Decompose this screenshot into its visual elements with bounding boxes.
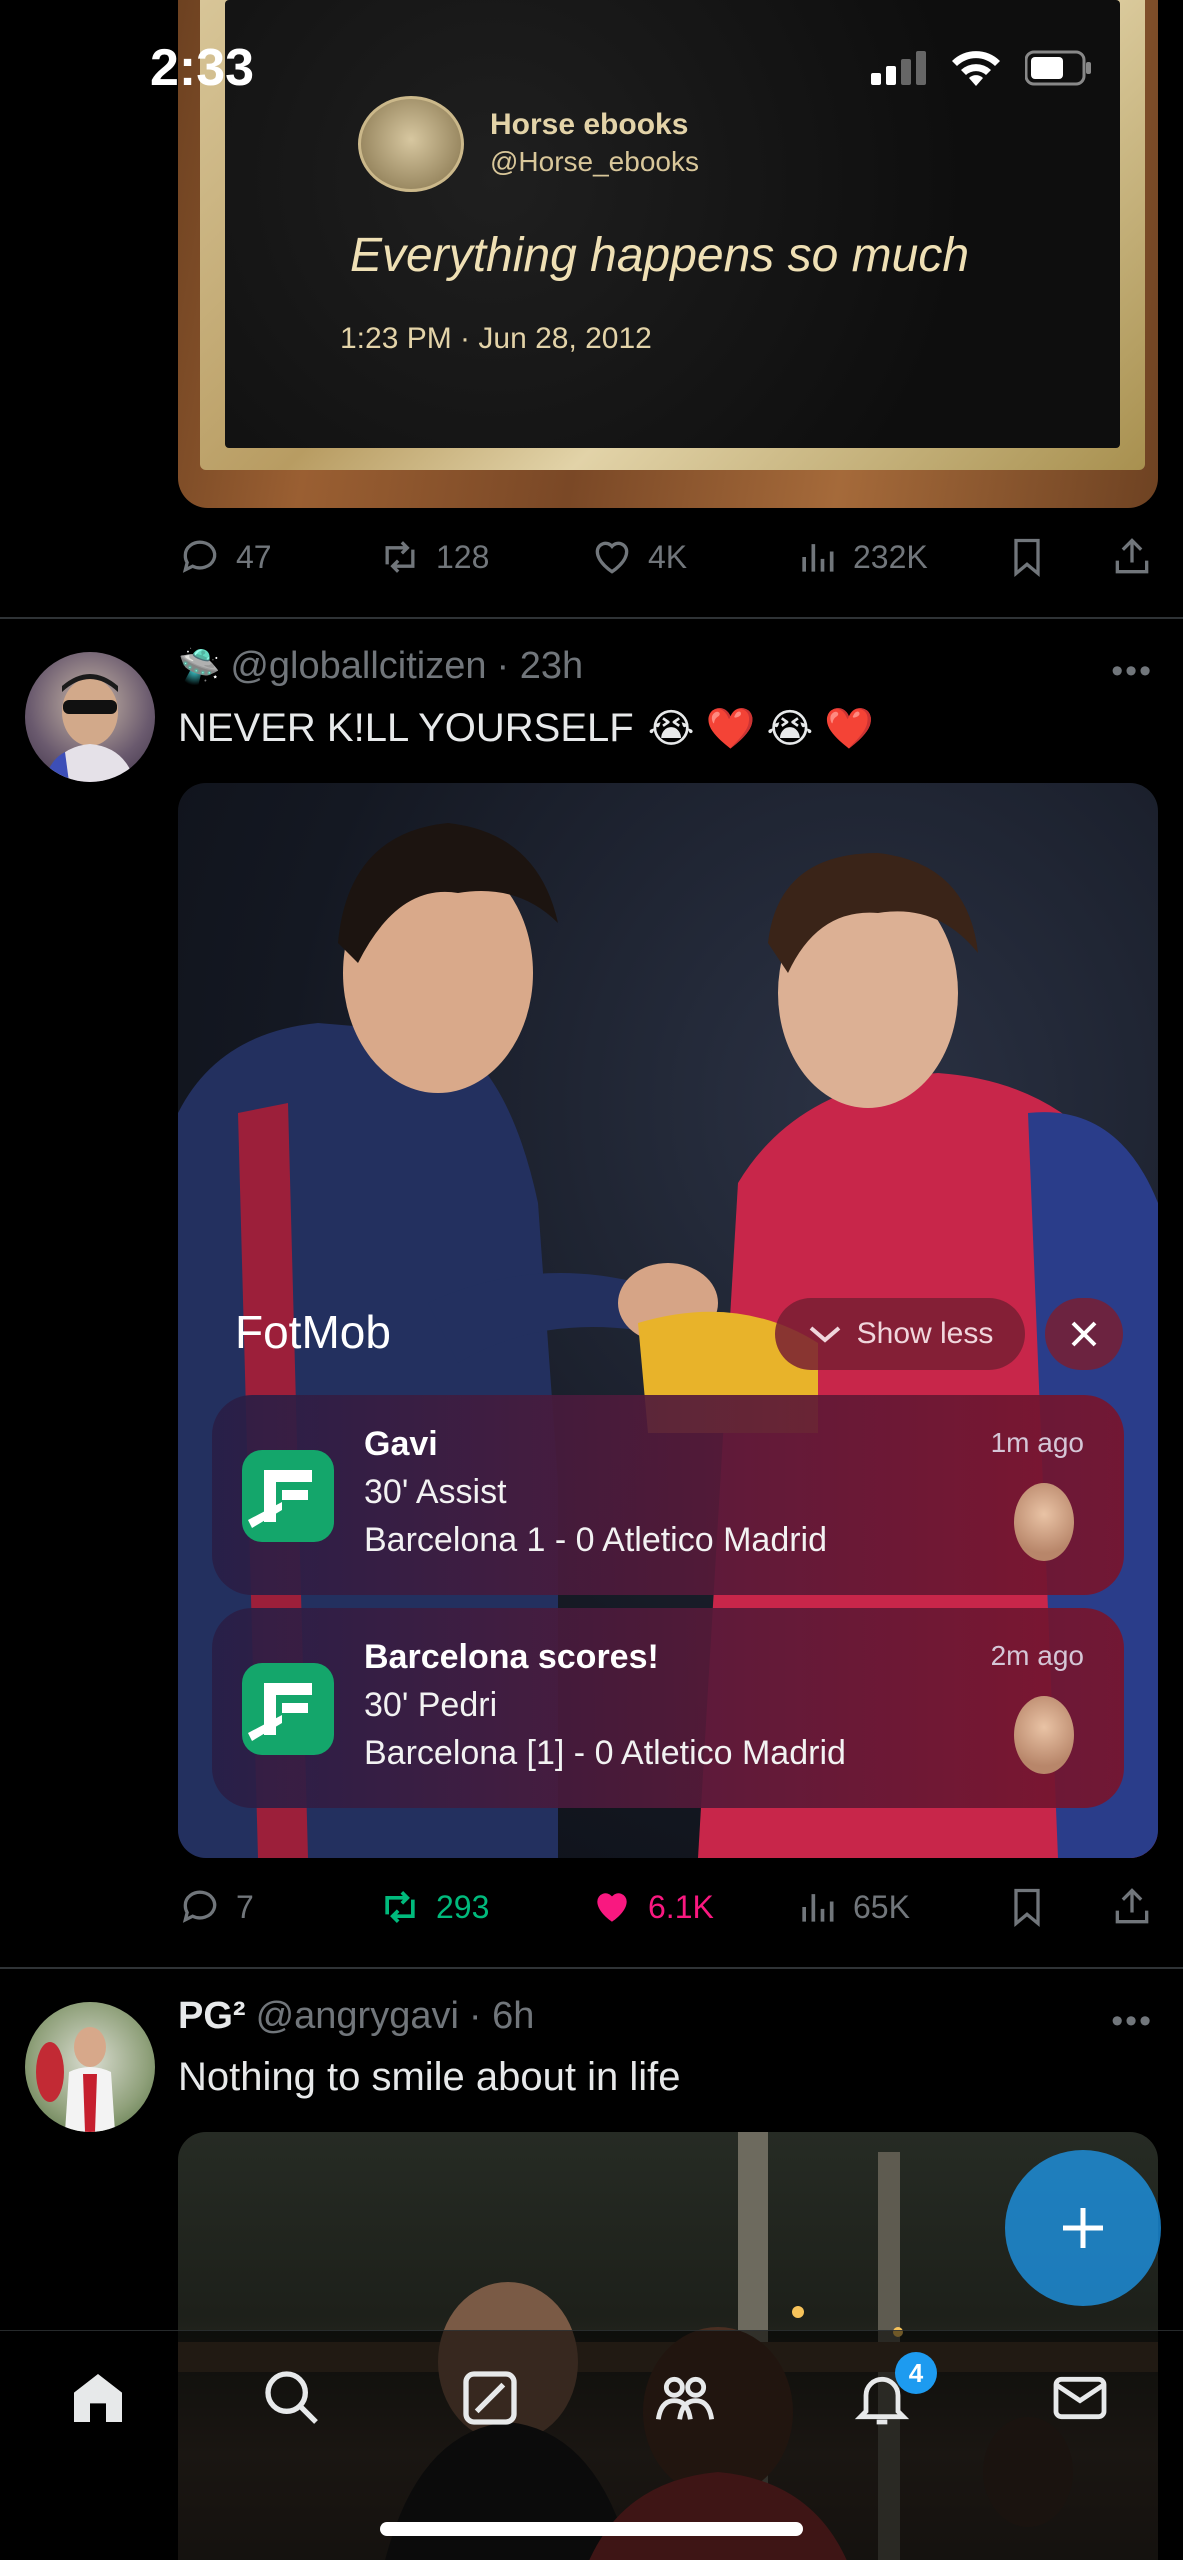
tweet-time[interactable]: · 23h <box>497 645 584 688</box>
views-icon <box>802 1894 834 1922</box>
notification-title: Gavi <box>364 1425 438 1463</box>
views-button[interactable]: 65K <box>795 1885 1005 1929</box>
tweet2-header: 🛸 @globallcitizen · 23h <box>178 645 583 688</box>
notification-title: Barcelona scores! <box>364 1638 659 1676</box>
cellular-signal-icon <box>871 51 926 85</box>
bookmark-icon <box>1014 1888 1040 1928</box>
heart-filled-icon <box>597 1893 627 1922</box>
retweet-button[interactable]: 293 <box>378 1885 590 1929</box>
views-count: 232K <box>853 538 928 575</box>
more-options-icon[interactable]: ••• <box>1111 652 1153 691</box>
retweet-button[interactable]: 128 <box>378 535 590 579</box>
notification-score: Barcelona 1 - 0 Atletico Madrid <box>364 1521 828 1559</box>
notification-time: 1m ago <box>990 1427 1084 1458</box>
bookmark-icon <box>1014 538 1040 578</box>
home-indicator <box>380 2522 803 2536</box>
tweet-handle[interactable]: @globallcitizen <box>230 645 486 688</box>
tweet1-actions: 47 128 4K 232K <box>178 527 1158 587</box>
share-icon <box>1115 1888 1149 1924</box>
close-icon <box>1071 1321 1097 1347</box>
tweet-emojis: 😭 ❤️ 😭 ❤️ <box>647 707 875 751</box>
share-button[interactable] <box>1110 1885 1154 1929</box>
nav-search[interactable] <box>252 2358 332 2438</box>
communities-icon <box>655 2376 715 2420</box>
notification-card[interactable]: Gavi 30' Assist Barcelona 1 - 0 Atletico… <box>212 1395 1124 1595</box>
plaque-name: Horse ebooks <box>490 108 689 141</box>
compose-fab-button[interactable] <box>1005 2150 1161 2306</box>
notification-app-name: FotMob <box>235 1306 391 1358</box>
views-count: 65K <box>853 1888 910 1925</box>
chevron-down-icon <box>809 1326 840 1343</box>
tweet-text: NEVER K!LL YOURSELF 😭 ❤️ 😭 ❤️ <box>178 705 874 752</box>
tweet-text-body: Nothing to smile about in life <box>178 2055 681 2099</box>
retweet-count: 128 <box>436 538 490 575</box>
nav-home[interactable] <box>58 2358 138 2438</box>
bookmark-button[interactable] <box>1005 1885 1110 1929</box>
notification-time: 2m ago <box>990 1640 1084 1671</box>
views-icon <box>802 544 834 572</box>
nav-communities[interactable] <box>645 2358 725 2438</box>
reply-button[interactable]: 47 <box>178 535 378 579</box>
avatar[interactable] <box>25 2002 155 2132</box>
wifi-icon <box>952 51 1000 86</box>
close-notifications-button[interactable] <box>1045 1298 1123 1370</box>
status-icons <box>871 48 1093 88</box>
ufo-emoji: 🛸 <box>178 647 221 686</box>
tweet3-header: PG² @angrygavi · 6h <box>178 1995 534 2038</box>
more-options-icon[interactable]: ••• <box>1111 2002 1153 2041</box>
nav-grok[interactable] <box>450 2358 530 2438</box>
avatar[interactable] <box>25 652 155 782</box>
retweet-icon <box>385 541 415 573</box>
player-avatar <box>1014 1696 1074 1774</box>
plus-icon <box>1063 2208 1103 2248</box>
like-count: 6.1K <box>648 1888 714 1925</box>
tweet-author-name[interactable]: PG² <box>178 1995 246 2038</box>
show-less-button[interactable]: Show less <box>775 1298 1025 1370</box>
home-icon <box>74 2374 122 2422</box>
notification-score: Barcelona [1] - 0 Atletico Madrid <box>364 1734 846 1772</box>
notification-card[interactable]: Barcelona scores! 30' Pedri Barcelona [1… <box>212 1608 1124 1808</box>
player-avatar <box>1014 1483 1074 1561</box>
like-button[interactable]: 6.1K <box>590 1885 795 1929</box>
grok-icon <box>463 2371 517 2425</box>
plaque-text: Everything happens so much <box>350 229 970 282</box>
reply-icon <box>182 540 217 573</box>
tweet2-actions: 7 293 6.1K 65K <box>178 1877 1158 1937</box>
bookmark-button[interactable] <box>1005 535 1110 579</box>
share-button[interactable] <box>1110 535 1154 579</box>
notification-detail: 30' Pedri <box>364 1686 498 1724</box>
notification-detail: 30' Assist <box>364 1473 507 1511</box>
share-icon <box>1115 538 1149 574</box>
like-count: 4K <box>648 538 688 575</box>
plaque-avatar <box>358 96 464 192</box>
like-button[interactable]: 4K <box>590 535 795 579</box>
tweet-handle[interactable]: @angrygavi <box>256 1995 459 2038</box>
tweet-time[interactable]: · 6h <box>469 1995 534 2038</box>
plaque-date: 1:23 PM · Jun 28, 2012 <box>340 322 652 355</box>
tweet-text: Nothing to smile about in life <box>178 2055 681 2100</box>
reply-icon <box>182 1890 217 1923</box>
fotmob-app-icon <box>242 1450 334 1542</box>
reply-count: 7 <box>236 1888 254 1925</box>
plaque-handle: @Horse_ebooks <box>490 146 699 177</box>
fotmob-app-icon <box>242 1663 334 1755</box>
show-less-label: Show less <box>856 1317 994 1350</box>
views-button[interactable]: 232K <box>795 535 1005 579</box>
tweet-divider <box>0 1967 1183 1969</box>
mail-icon <box>1053 2376 1107 2420</box>
avatar-face-icon <box>45 674 135 782</box>
retweet-count: 293 <box>436 1888 490 1925</box>
battery-icon <box>1025 50 1091 86</box>
status-time: 2:33 <box>150 39 255 97</box>
search-icon <box>265 2371 318 2424</box>
reply-count: 47 <box>236 538 272 575</box>
reply-button[interactable]: 7 <box>178 1885 378 1929</box>
tweet-divider <box>0 617 1183 619</box>
retweet-icon <box>385 1891 415 1923</box>
notification-badge: 4 <box>895 2352 937 2394</box>
heart-icon <box>595 541 629 574</box>
nav-messages[interactable] <box>1040 2358 1120 2438</box>
avatar-player-icon <box>36 2027 115 2132</box>
tweet-text-body: NEVER K!LL YOURSELF <box>178 706 634 750</box>
